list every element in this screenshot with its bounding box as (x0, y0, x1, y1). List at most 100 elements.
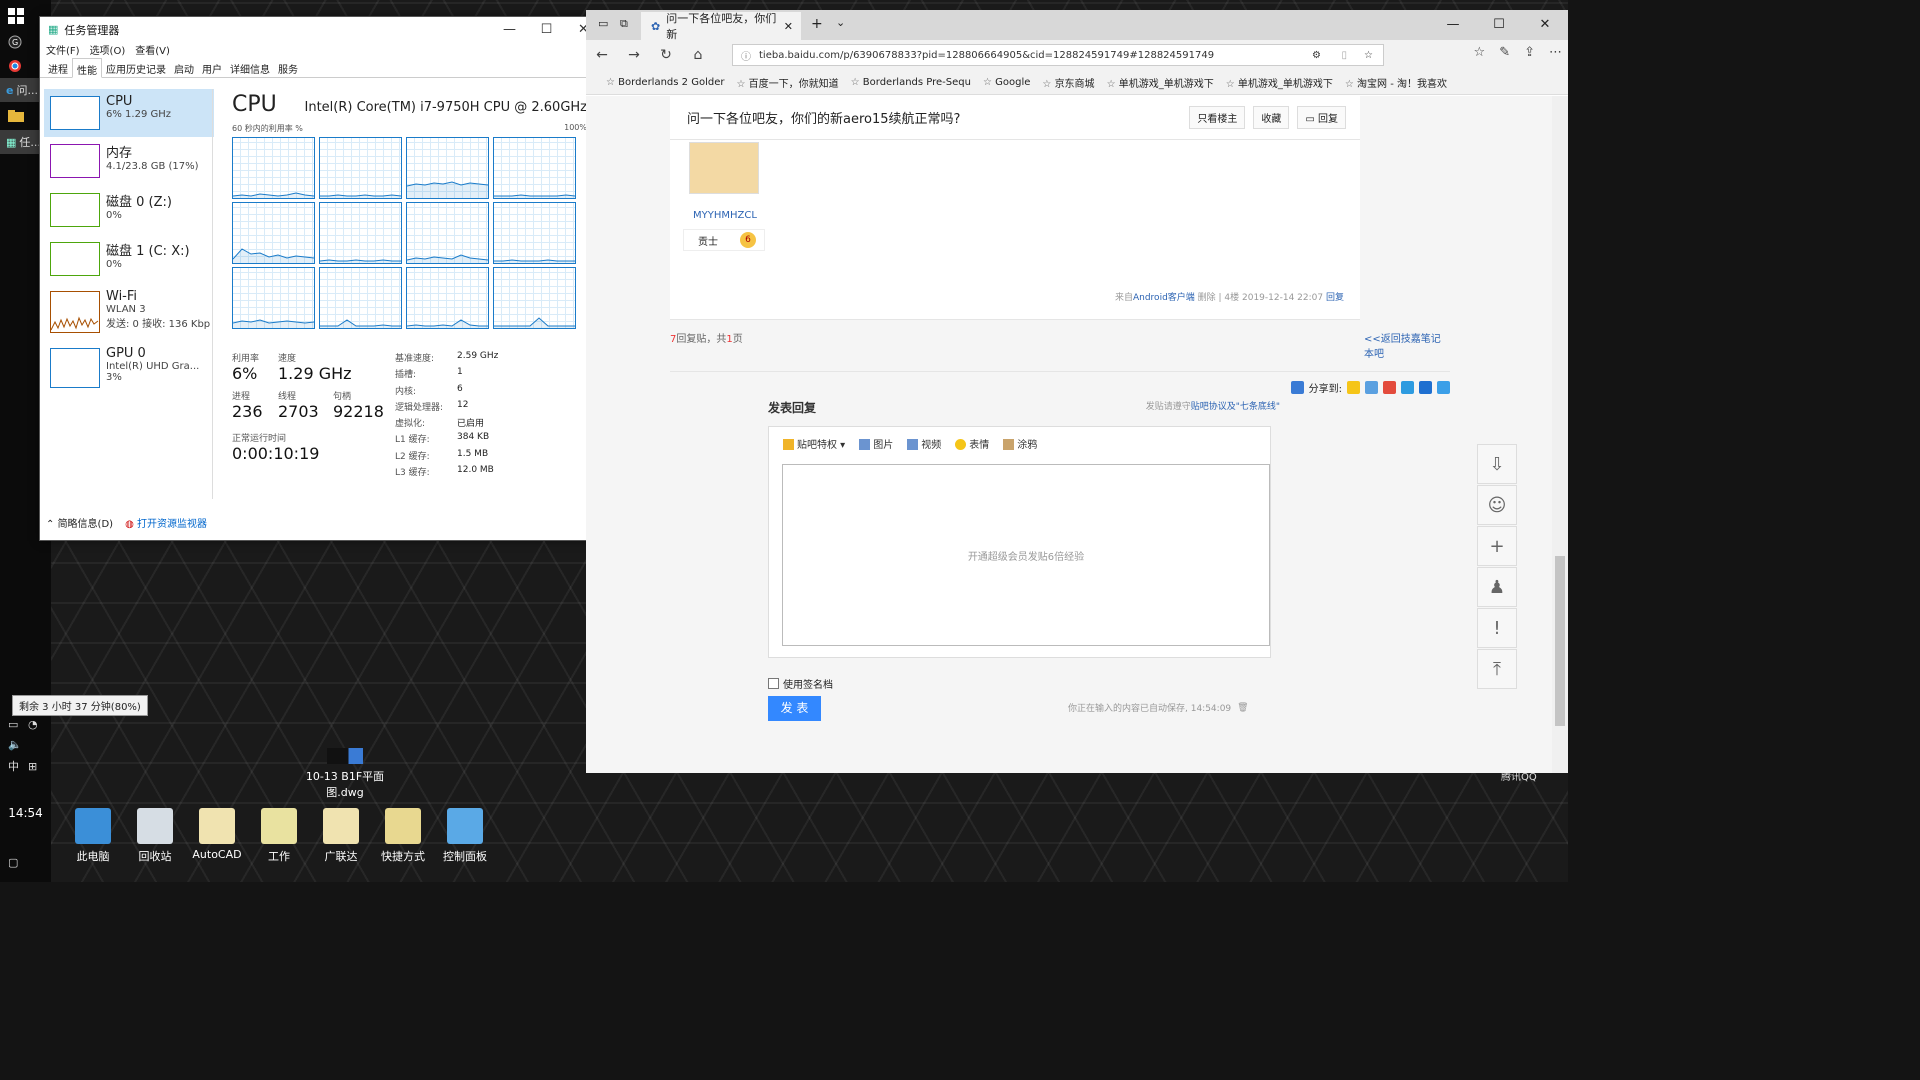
tool-privilege[interactable]: 贴吧特权 ▾ (783, 436, 845, 451)
resource-monitor-link[interactable]: ◍ 打开资源监视器 (125, 515, 207, 530)
new-tab-button[interactable]: + (811, 16, 823, 32)
favorite-button[interactable]: 收藏 (1253, 106, 1290, 129)
username-link[interactable]: MYYHMHZCL (693, 210, 757, 221)
user-avatar[interactable] (689, 142, 759, 194)
scrollbar-thumb[interactable] (1555, 556, 1565, 726)
maximize-button[interactable]: ☐ (528, 22, 565, 37)
desktop-file-dwg[interactable]: 10-13 B1F平面图.dwg (305, 748, 385, 800)
tool-doodle[interactable]: 涂鸦 (1003, 436, 1037, 451)
favorite-star-icon[interactable]: ☆ (1364, 50, 1373, 61)
phone-download-icon[interactable]: ⇩ (1477, 444, 1517, 484)
page-scrollbar[interactable] (1552, 96, 1568, 773)
back-to-forum-link[interactable]: <<返回技嘉笔记本吧 (1364, 330, 1450, 360)
plus-icon[interactable]: + (1477, 526, 1517, 566)
tab-services[interactable]: 服务 (274, 58, 302, 77)
menu-file[interactable]: 文件(F) (46, 42, 80, 58)
sidebar-item-gpu0[interactable]: GPU 0 Intel(R) UHD Gra... 3% (44, 341, 214, 393)
ime-label[interactable]: 中 (8, 754, 28, 778)
volume-mute-icon[interactable]: 🔈 (8, 732, 44, 756)
desktop-icon-control-panel[interactable]: 控制面板 (435, 808, 495, 864)
desktop-icon-autocad[interactable]: AutoCAD (187, 808, 247, 861)
only-op-button[interactable]: 只看楼主 (1189, 106, 1246, 129)
clock[interactable]: 14:54 (0, 806, 51, 820)
tab-startup[interactable]: 启动 (170, 58, 198, 77)
address-bar[interactable]: ⓘ tieba.baidu.com/p/6390678833?pid=12880… (732, 44, 1384, 66)
favorite-item[interactable]: ☆ 单机游戏_单机游戏下 (1226, 75, 1333, 90)
user-level-badge[interactable]: 贡士 6 (683, 229, 765, 251)
forward-button[interactable]: → (618, 47, 650, 63)
sidebar-item-disk0[interactable]: 磁盘 0 (Z:) 0% (44, 186, 214, 235)
favorite-item[interactable]: ☆ 淘宝网 - 淘！我喜欢 (1345, 75, 1447, 90)
favorites-hub-icon[interactable]: ☆ (1474, 45, 1486, 60)
desktop-icon-recycle-bin[interactable]: 回收站 (125, 808, 185, 864)
favorite-item[interactable]: ☆ 单机游戏_单机游戏下 (1107, 75, 1214, 90)
share-plus-icon[interactable] (1290, 381, 1304, 394)
favorite-item[interactable]: ☆ Google (983, 77, 1030, 88)
minimize-button[interactable]: — (1430, 10, 1476, 40)
more-icon[interactable]: ⋯ (1549, 45, 1562, 60)
trash-icon[interactable]: 🗑 (1237, 703, 1248, 713)
share-weibo-icon[interactable] (1383, 381, 1396, 394)
favorite-item[interactable]: ☆ 百度一下，你就知道 (736, 75, 838, 90)
user-icon[interactable]: ♟ (1477, 567, 1517, 607)
client-link[interactable]: Android客户端 (1133, 293, 1195, 303)
favorite-item[interactable]: ☆ Borderlands 2 Golder (606, 77, 724, 88)
refresh-button[interactable]: ↻ (650, 47, 682, 63)
home-button[interactable]: ⌂ (682, 47, 714, 63)
floor-reply-link[interactable]: 回复 (1326, 293, 1344, 303)
signature-checkbox[interactable] (768, 678, 779, 689)
tab-performance[interactable]: 性能 (72, 58, 102, 78)
reply-textarea[interactable]: 开通超级会员发贴6倍经验 (782, 464, 1270, 646)
desktop-icon-work[interactable]: 工作 (249, 808, 309, 864)
share-qq-icon[interactable] (1401, 381, 1414, 394)
tool-emoji[interactable]: 表情 (955, 436, 989, 451)
close-tab-icon[interactable]: ✕ (784, 20, 801, 33)
menu-view[interactable]: 查看(V) (135, 42, 170, 58)
sidebar-item-cpu[interactable]: CPU 6% 1.29 GHz (44, 89, 214, 137)
share-qzone-icon[interactable] (1347, 381, 1360, 394)
tool-video[interactable]: 视频 (907, 436, 941, 451)
keyboard-grid-icon[interactable]: ⊞ (28, 754, 44, 778)
maximize-button[interactable]: ☐ (1476, 10, 1522, 40)
back-button[interactable]: ← (586, 47, 618, 63)
set-aside-tabs-icon[interactable]: ⧉ (620, 17, 628, 31)
pen-icon[interactable]: ✎ (1499, 45, 1510, 60)
tab-app-history[interactable]: 应用历史记录 (102, 58, 170, 77)
favorite-item[interactable]: ☆ 京东商城 (1042, 75, 1094, 90)
tab-processes[interactable]: 进程 (44, 58, 72, 77)
reply-button[interactable]: ▭ 回复 (1297, 106, 1346, 129)
share-tieba-icon[interactable] (1365, 381, 1378, 394)
share-icon[interactable]: ⇪ (1524, 45, 1535, 60)
browser-tab-active[interactable]: ✿ 问一下各位吧友，你们新 ✕ (641, 12, 801, 41)
sidebar-item-wifi[interactable]: Wi-Fi WLAN 3 发送: 0 接收: 136 Kbp (44, 284, 214, 341)
minimize-button[interactable]: — (491, 22, 528, 37)
favorite-icon: ☆ (1042, 78, 1052, 90)
tool-image[interactable]: 图片 (859, 436, 893, 451)
notification-icon[interactable]: ▢ (8, 850, 44, 874)
share-renren-icon[interactable] (1419, 381, 1432, 394)
tab-preview-icon[interactable]: ▭ (598, 17, 608, 30)
submit-button[interactable]: 发 表 (768, 696, 821, 721)
favorite-item[interactable]: ☆ Borderlands Pre-Sequ (851, 77, 971, 88)
desktop-icon-this-pc[interactable]: 此电脑 (63, 808, 123, 864)
close-button[interactable]: ✕ (1522, 10, 1568, 40)
tab-list-chevron-icon[interactable]: ⌄ (836, 16, 845, 29)
sidebar-item-disk1[interactable]: 磁盘 1 (C: X:) 0% (44, 235, 214, 284)
sidebar-item-memory[interactable]: 内存 4.1/23.8 GB (17%) (44, 137, 214, 186)
tab-users[interactable]: 用户 (198, 58, 226, 77)
share-baidu-icon[interactable] (1437, 381, 1450, 394)
title-bar[interactable]: ▦ 任务管理器 — ☐ ✕ (40, 17, 602, 42)
menu-options[interactable]: 选项(O) (90, 42, 126, 58)
reading-view-icon[interactable]: ▯ (1341, 50, 1347, 61)
bear-face-icon[interactable]: ☺ (1477, 485, 1517, 525)
desktop-icon-shortcut[interactable]: 快捷方式 (373, 808, 433, 864)
rules-link[interactable]: 贴吧协议及"七条底线" (1191, 402, 1280, 412)
back-to-top-icon[interactable]: ⤒ (1477, 649, 1517, 689)
signature-option[interactable]: 使用签名档 (768, 676, 833, 691)
tab-details[interactable]: 详细信息 (226, 58, 274, 77)
info-icon[interactable]: ⓘ (741, 48, 751, 63)
desktop-icon-glodon[interactable]: 广联达 (311, 808, 371, 864)
feedback-icon[interactable]: ! (1477, 608, 1517, 648)
brief-info-button[interactable]: ⌃ 简略信息(D) (46, 515, 113, 530)
extension-gear-icon[interactable]: ⚙ (1312, 50, 1321, 61)
